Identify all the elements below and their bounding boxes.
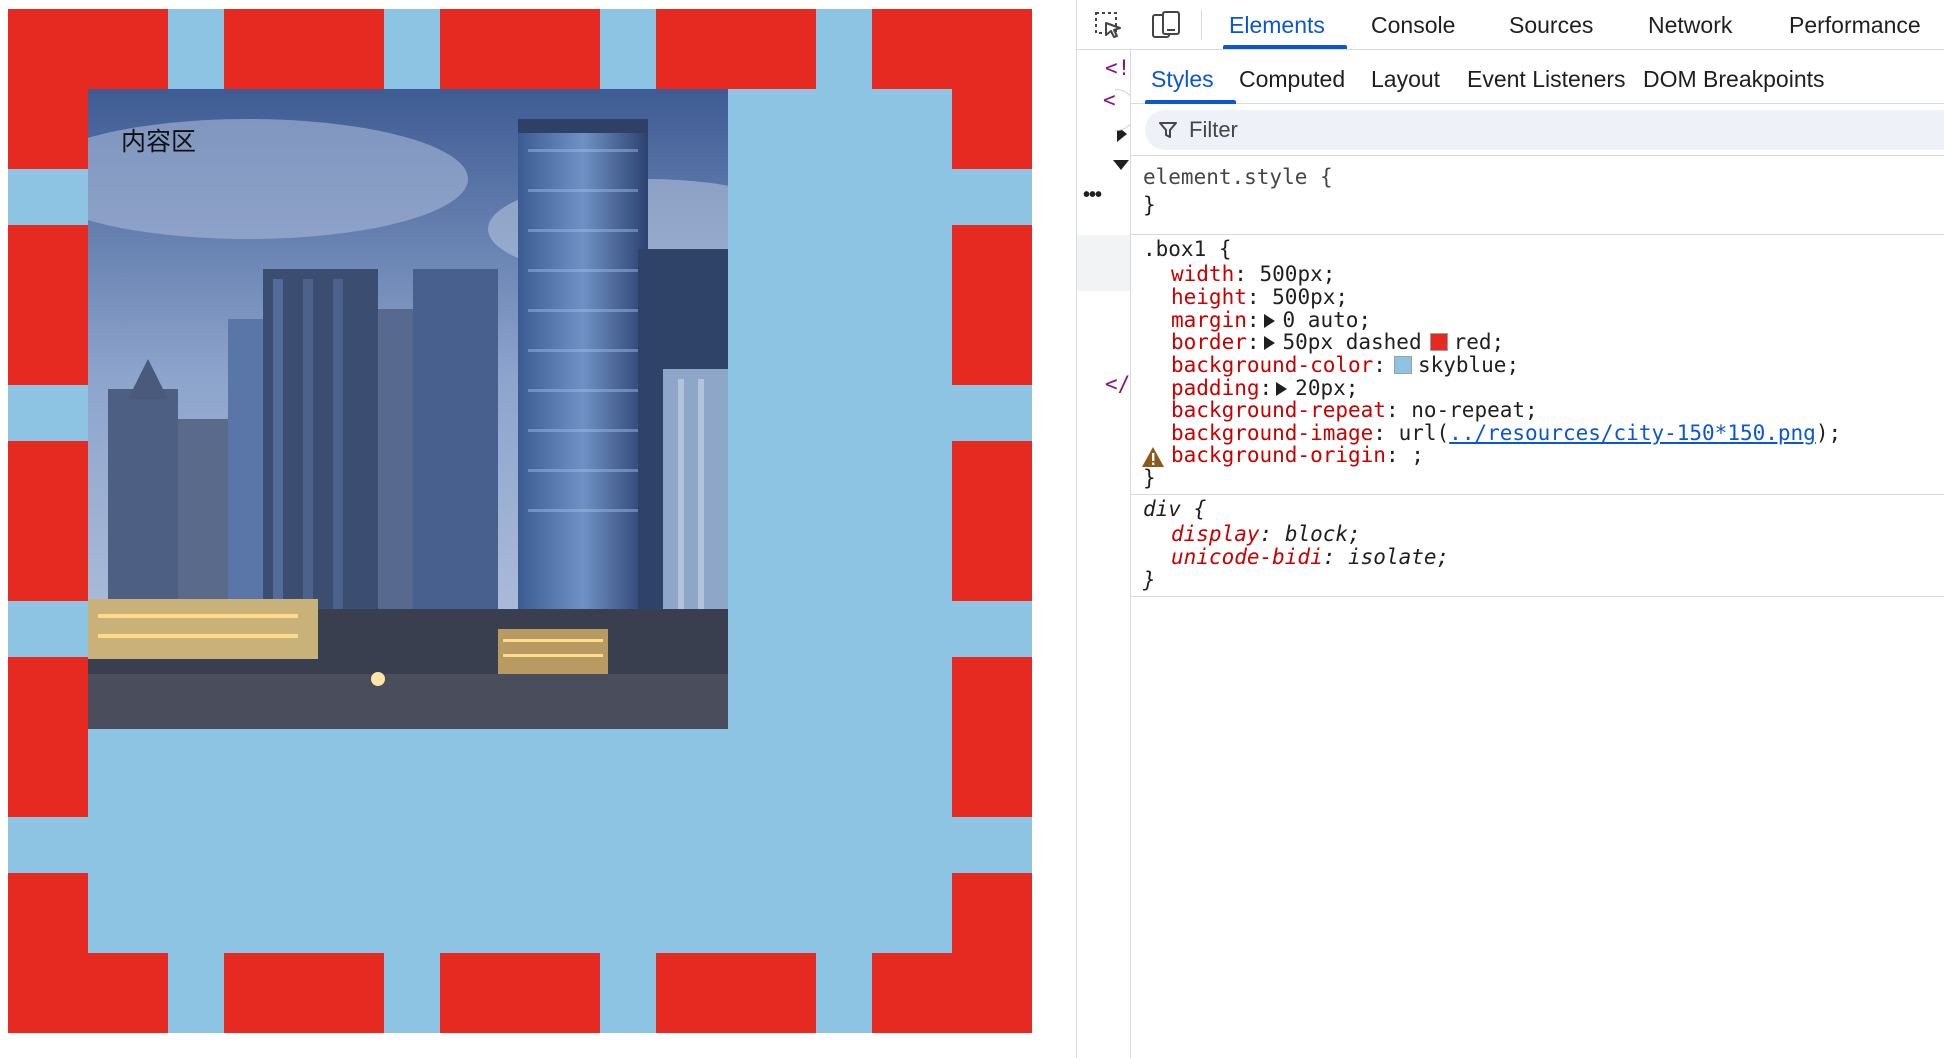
device-toggle-icon[interactable] — [1149, 8, 1183, 42]
element-style-close: } — [1143, 193, 1156, 217]
toolbar-separator — [1201, 10, 1202, 40]
prop-value-suffix: ); — [1815, 421, 1842, 445]
devtools-toolbar: Elements Console Sources Network Perform… — [1077, 0, 1944, 50]
prop-name: unicode-bidi — [1171, 545, 1323, 569]
devtools-panel: Elements Console Sources Network Perform… — [1076, 0, 1944, 1058]
tab-performance[interactable]: Performance — [1789, 0, 1921, 50]
tab-console[interactable]: Console — [1371, 0, 1455, 50]
resource-link[interactable]: ../resources/city-150*150.png — [1449, 421, 1816, 445]
prop-background-origin[interactable]: background-origin: ; — [1171, 441, 1424, 469]
rule-element-style[interactable]: element.style { } — [1131, 156, 1944, 235]
subtab-dom-breakpoints[interactable]: DOM Breakpoints — [1643, 50, 1825, 104]
box1-selector[interactable]: .box1 { — [1143, 235, 1232, 263]
color-swatch-skyblue[interactable] — [1393, 356, 1412, 374]
div-selector[interactable]: div { — [1143, 495, 1206, 523]
styles-pane: Styles Computed Layout Event Listeners D… — [1131, 50, 1944, 1058]
tab-elements[interactable]: Elements — [1223, 0, 1347, 50]
dom-ellipsis-button[interactable]: ••• — [1083, 184, 1102, 207]
element-style-selector[interactable]: element.style { — [1143, 163, 1333, 191]
page-viewport: 内容区 — [0, 0, 1076, 1058]
prop-value[interactable]: isolate; — [1348, 545, 1449, 569]
rule-box1[interactable]: .box1 { width: 500px; height: 500px; mar… — [1131, 235, 1944, 495]
expand-arrow-icon[interactable] — [1263, 314, 1275, 328]
filter-icon — [1159, 122, 1177, 138]
prop-name: background-origin — [1171, 443, 1386, 467]
tab-network[interactable]: Network — [1648, 0, 1732, 50]
expand-arrow-icon[interactable] — [1263, 336, 1275, 350]
subtab-computed[interactable]: Computed — [1239, 50, 1345, 104]
dom-selected-row — [1077, 235, 1131, 291]
tab-sources[interactable]: Sources — [1509, 0, 1593, 50]
inspect-element-icon[interactable] — [1091, 8, 1125, 42]
element-style-selector-text: element.style { — [1143, 165, 1333, 189]
expand-arrow-icon[interactable] — [1276, 382, 1288, 396]
city-background-image — [88, 89, 728, 729]
box1-close: } — [1143, 466, 1156, 490]
prop-unicode-bidi[interactable]: unicode-bidi: isolate; — [1171, 543, 1449, 571]
subtab-styles[interactable]: Styles — [1145, 50, 1236, 104]
dom-collapse-triangle[interactable] — [1113, 160, 1129, 170]
dom-closing-fragment[interactable]: </ — [1105, 372, 1130, 396]
rule-div-user-agent[interactable]: div { display: block; unicode-bidi: isol… — [1131, 495, 1944, 597]
sidebar-tabs: Styles Computed Layout Event Listeners D… — [1131, 50, 1944, 104]
prop-value[interactable]: ; — [1411, 443, 1424, 467]
div-close: } — [1143, 568, 1156, 592]
filter-placeholder: Filter — [1189, 117, 1238, 142]
content-area-label: 内容区 — [121, 127, 197, 156]
dom-doctype-fragment[interactable]: <! — [1105, 56, 1130, 80]
filter-input[interactable]: Filter — [1145, 110, 1944, 150]
subtab-event-listeners[interactable]: Event Listeners — [1467, 50, 1626, 104]
color-swatch-red[interactable] — [1429, 333, 1448, 351]
subtab-layout[interactable]: Layout — [1371, 50, 1440, 104]
prop-value[interactable]: skyblue; — [1418, 353, 1519, 377]
box1-element[interactable]: 内容区 — [8, 9, 1032, 1033]
